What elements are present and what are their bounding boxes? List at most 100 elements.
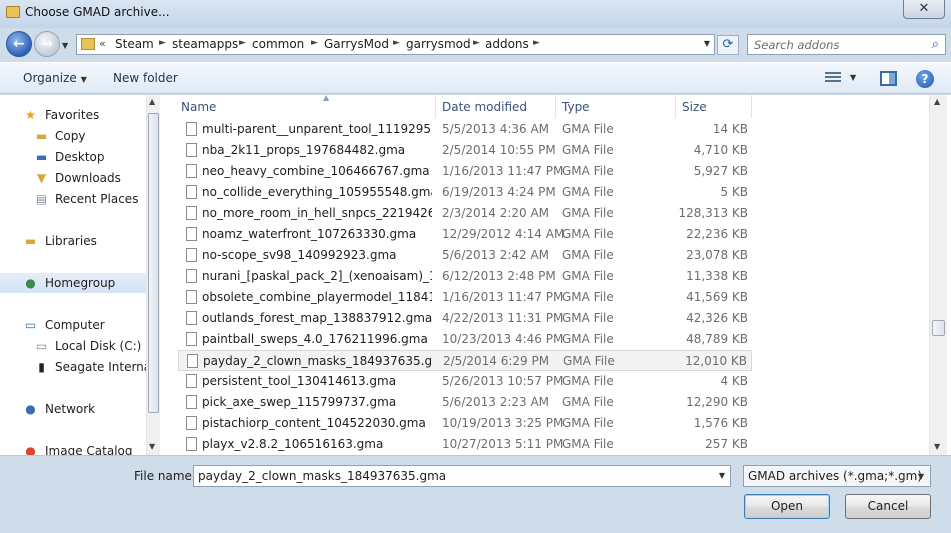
file-type-select[interactable]: GMAD archives (*.gma;*.gm) ▼	[743, 465, 931, 487]
file-scrollbar[interactable]: ▲ ▼	[929, 95, 947, 455]
file-row[interactable]: paintball_sweps_4.0_176211996.gma 10/23/2…	[178, 329, 752, 350]
sidebar-item-downloads[interactable]: ▼ Downloads	[0, 168, 146, 188]
sidebar-item-label: Favorites	[45, 108, 100, 122]
title-bar: Choose GMAD archive... ✕	[0, 0, 951, 28]
sidebar-item-libraries[interactable]: ▬ Libraries	[0, 231, 146, 251]
scroll-up-arrow[interactable]: ▲	[149, 97, 155, 106]
chevron-right-icon[interactable]: ►	[473, 38, 480, 48]
search-icon[interactable]: ⌕	[932, 37, 939, 52]
sidebar-item-image-catalog[interactable]: ● Image Catalog	[0, 441, 146, 455]
help-icon[interactable]: ?	[916, 70, 934, 88]
file-row[interactable]: multi-parent__unparent_tool_111929524...…	[178, 119, 752, 140]
sidebar-icon: ●	[25, 276, 36, 290]
address-bar[interactable]: « Steam ► steamapps ► common ► GarrysMod…	[76, 34, 715, 55]
file-date: 6/19/2013 4:24 PM	[442, 185, 556, 199]
document-icon	[186, 374, 197, 388]
file-type: GMA File	[562, 269, 614, 283]
breadcrumb-addons[interactable]: addons	[485, 37, 529, 51]
file-row[interactable]: no_collide_everything_105955548.gma 6/19/…	[178, 182, 752, 203]
sidebar-item-copy[interactable]: ▬ Copy	[0, 126, 146, 146]
file-type: GMA File	[562, 122, 614, 136]
sidebar-icon: ●	[25, 402, 36, 416]
breadcrumb-steamapps[interactable]: steamapps	[172, 37, 238, 51]
breadcrumb-overflow[interactable]: «	[99, 37, 106, 50]
file-row[interactable]: pick_axe_swep_115799737.gma 5/6/2013 2:23…	[178, 392, 752, 413]
file-size: 1,576 KB	[693, 416, 748, 430]
chevron-right-icon[interactable]: ►	[159, 38, 166, 48]
breadcrumb-steam[interactable]: Steam	[115, 37, 154, 51]
file-row[interactable]: persistent_tool_130414613.gma 5/26/2013 1…	[178, 371, 752, 392]
scroll-down-arrow[interactable]: ▼	[149, 442, 155, 451]
file-row[interactable]: pistachiorp_content_104522030.gma 10/19/2…	[178, 413, 752, 434]
chevron-right-icon[interactable]: ►	[533, 38, 540, 48]
file-row[interactable]: noamz_waterfront_107263330.gma 12/29/2012…	[178, 224, 752, 245]
file-name: neo_heavy_combine_106466767.gma	[202, 164, 430, 178]
breadcrumb-garrysmod-root[interactable]: GarrysMod	[324, 37, 389, 51]
cancel-button[interactable]: Cancel	[845, 494, 931, 519]
breadcrumb-common[interactable]: common	[252, 37, 304, 51]
scroll-down-arrow[interactable]: ▼	[934, 442, 940, 451]
file-row[interactable]: no-scope_sv98_140992923.gma 5/6/2013 2:42…	[178, 245, 752, 266]
preview-pane-icon[interactable]	[880, 71, 897, 86]
column-header-size[interactable]: Size	[682, 95, 752, 118]
chevron-right-icon[interactable]: ►	[393, 38, 400, 48]
column-header-type[interactable]: Type	[562, 95, 676, 118]
file-row[interactable]: nba_2k11_props_197684482.gma 2/5/2014 10:…	[178, 140, 752, 161]
file-size: 4,710 KB	[693, 143, 748, 157]
sidebar-item-network[interactable]: ● Network	[0, 399, 146, 419]
sidebar-item-homegroup[interactable]: ● Homegroup	[0, 273, 146, 293]
file-row[interactable]: no_more_room_in_hell_snpcs_221942657....…	[178, 203, 752, 224]
sidebar-item-computer[interactable]: ▭ Computer	[0, 315, 146, 335]
file-name: multi-parent__unparent_tool_111929524...…	[202, 122, 432, 136]
forward-arrow-icon: →	[41, 36, 53, 52]
views-dropdown[interactable]: ▼	[850, 73, 856, 82]
recent-pages-dropdown[interactable]: ▼	[62, 41, 68, 50]
back-button[interactable]: ←	[6, 31, 32, 57]
file-name: paintball_sweps_4.0_176211996.gma	[202, 332, 428, 346]
breadcrumb-garrysmod[interactable]: garrysmod	[406, 37, 471, 51]
sidebar-item-recent-places[interactable]: ▤ Recent Places	[0, 189, 146, 209]
sidebar-item-label: Computer	[45, 318, 105, 332]
command-toolbar: Organize ▼ New folder ▼ ?	[0, 62, 951, 94]
views-icon[interactable]	[825, 72, 841, 84]
column-header-date[interactable]: Date modified	[442, 95, 556, 118]
sidebar-item-seagate-internal-hdd[interactable]: ▮ Seagate Internal HDD	[0, 357, 146, 377]
filename-combo[interactable]: ▼	[193, 465, 731, 487]
file-row[interactable]: nurani_[paskal_pack_2]_(xenoaisam)_107..…	[178, 266, 752, 287]
address-dropdown[interactable]: ▼	[704, 39, 710, 48]
chevron-down-icon[interactable]: ▼	[719, 471, 725, 480]
file-type: GMA File	[562, 395, 614, 409]
close-button[interactable]: ✕	[903, 0, 945, 19]
search-box[interactable]: ⌕	[747, 34, 946, 55]
file-date: 5/6/2013 2:42 AM	[442, 248, 550, 262]
filename-input[interactable]	[194, 466, 709, 486]
file-scroll-thumb[interactable]	[932, 320, 945, 336]
file-date: 12/29/2012 4:14 AM	[442, 227, 565, 241]
file-row[interactable]: neo_heavy_combine_106466767.gma 1/16/2013…	[178, 161, 752, 182]
file-row[interactable]: obsolete_combine_playermodel_1184109....…	[178, 287, 752, 308]
file-row[interactable]: payday_2_clown_masks_184937635.gma 2/5/20…	[178, 350, 752, 371]
sidebar-item-label: Downloads	[55, 171, 121, 185]
file-date: 1/16/2013 11:47 PM	[442, 164, 564, 178]
file-type: GMA File	[562, 437, 614, 451]
chevron-right-icon[interactable]: ►	[311, 38, 318, 48]
organize-button[interactable]: Organize ▼	[23, 71, 87, 85]
sidebar-item-desktop[interactable]: ▬ Desktop	[0, 147, 146, 167]
sidebar-item-local-disk-c[interactable]: ▭ Local Disk (C:)	[0, 336, 146, 356]
search-input[interactable]	[748, 35, 923, 54]
nav-scroll-thumb[interactable]	[148, 113, 159, 413]
refresh-button[interactable]: ⟳	[717, 35, 739, 55]
chevron-down-icon[interactable]: ▼	[918, 472, 924, 481]
file-row[interactable]: playx_v2.8.2_106516163.gma 10/27/2013 5:1…	[178, 434, 752, 455]
sidebar-item-favorites[interactable]: ★ Favorites	[0, 105, 146, 125]
column-header-name[interactable]: ▲ Name	[181, 95, 436, 118]
file-row[interactable]: outlands_forest_map_138837912.gma 4/22/20…	[178, 308, 752, 329]
scroll-up-arrow[interactable]: ▲	[934, 97, 940, 106]
file-date: 2/3/2014 2:20 AM	[442, 206, 550, 220]
forward-button[interactable]: →	[34, 31, 60, 57]
chevron-right-icon[interactable]: ►	[239, 38, 246, 48]
open-button[interactable]: Open	[744, 494, 830, 519]
new-folder-button[interactable]: New folder	[113, 71, 178, 85]
document-icon	[186, 206, 197, 220]
nav-scrollbar[interactable]: ▲ ▼	[146, 95, 160, 455]
